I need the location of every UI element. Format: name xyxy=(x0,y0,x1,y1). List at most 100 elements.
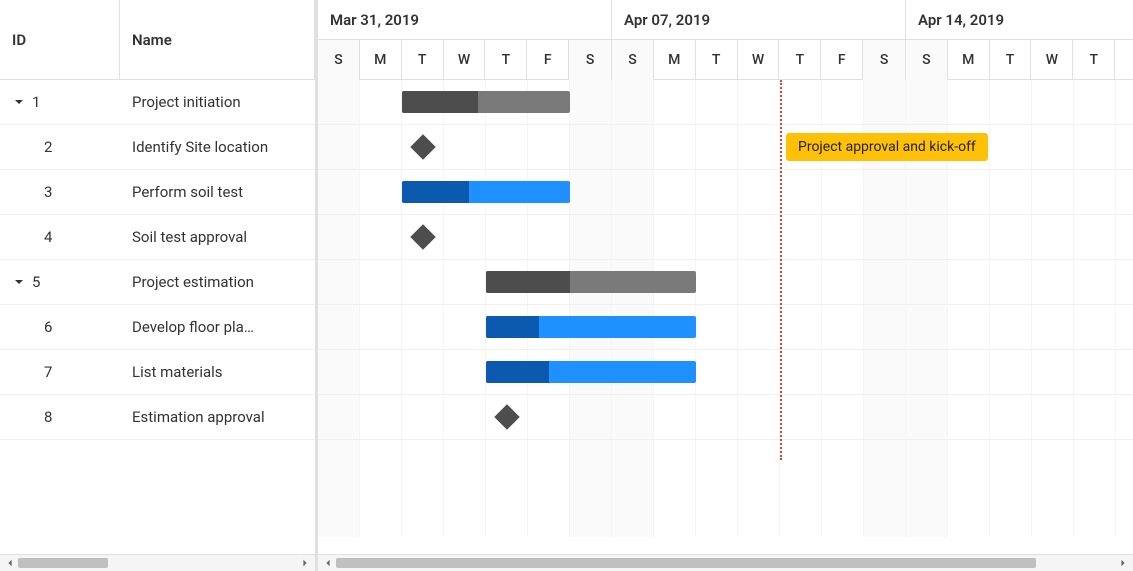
task-name-cell: Develop floor pla… xyxy=(120,318,315,336)
table-row[interactable]: 5 Project estimation xyxy=(0,260,315,305)
scroll-left-icon[interactable] xyxy=(4,557,16,569)
scroll-right-icon[interactable] xyxy=(1117,557,1129,569)
timeline-body[interactable]: Project approval and kick-off xyxy=(318,80,1133,554)
day-header-cell: W xyxy=(1031,40,1073,80)
column-header-name[interactable]: Name xyxy=(120,0,315,79)
day-header-cell: F xyxy=(821,40,863,80)
summary-bar[interactable] xyxy=(402,91,570,113)
day-header-cell: S xyxy=(906,40,948,80)
day-header-cell: F xyxy=(1115,40,1133,80)
timeline-row xyxy=(318,305,1133,350)
grid-header: ID Name xyxy=(0,0,315,80)
scroll-thumb[interactable] xyxy=(336,558,1036,568)
task-name-cell: Project estimation xyxy=(120,273,315,291)
task-id: 1 xyxy=(32,93,40,111)
timeline-row xyxy=(318,125,1133,170)
week-column: Apr 14, 2019SMTWTF xyxy=(906,0,1133,79)
task-id: 6 xyxy=(44,318,52,336)
task-bar[interactable] xyxy=(402,181,570,203)
day-header-cell: W xyxy=(444,40,486,80)
collapse-icon[interactable] xyxy=(14,93,24,111)
day-header-cell: W xyxy=(738,40,780,80)
progress-fill xyxy=(402,91,478,113)
week-label: Mar 31, 2019 xyxy=(318,0,611,40)
task-id-cell: 1 xyxy=(0,93,120,111)
timeline-row xyxy=(318,395,1133,440)
task-id: 5 xyxy=(32,273,40,291)
table-row[interactable]: 6 Develop floor pla… xyxy=(0,305,315,350)
grid-panel: ID Name 1 Project initiation 2 Identify Sit… xyxy=(0,0,318,571)
scroll-thumb[interactable] xyxy=(18,558,108,568)
milestone-marker[interactable] xyxy=(410,224,435,249)
scroll-track[interactable] xyxy=(18,558,297,568)
day-header-cell: S xyxy=(612,40,654,80)
scroll-left-icon[interactable] xyxy=(322,557,334,569)
day-header-cell: T xyxy=(779,40,821,80)
day-header-cell: T xyxy=(402,40,444,80)
grid-body: 1 Project initiation 2 Identify Site locati… xyxy=(0,80,315,554)
day-header-cell: M xyxy=(654,40,696,80)
task-id-cell: 6 xyxy=(0,318,120,336)
scroll-right-icon[interactable] xyxy=(299,557,311,569)
timeline-panel: Mar 31, 2019SMTWTFSApr 07, 2019SMTWTFSAp… xyxy=(318,0,1133,571)
timeline-row xyxy=(318,260,1133,305)
milestone-marker[interactable] xyxy=(494,404,519,429)
progress-fill xyxy=(486,361,549,383)
progress-fill xyxy=(402,181,469,203)
task-id: 7 xyxy=(44,363,52,381)
table-row[interactable]: 1 Project initiation xyxy=(0,80,315,125)
day-header-cell: S xyxy=(569,40,611,80)
task-name-cell: List materials xyxy=(120,363,315,381)
day-header-cell: M xyxy=(948,40,990,80)
task-id: 3 xyxy=(44,183,52,201)
task-name-cell: Project initiation xyxy=(120,93,315,111)
task-name-cell: Identify Site location xyxy=(120,138,315,156)
task-id-cell: 4 xyxy=(0,228,120,246)
task-name-cell: Estimation approval xyxy=(120,408,315,426)
table-row[interactable]: 7 List materials xyxy=(0,350,315,395)
task-id-cell: 2 xyxy=(0,138,120,156)
day-header-cell: T xyxy=(485,40,527,80)
column-header-id[interactable]: ID xyxy=(0,0,120,79)
timeline-header: Mar 31, 2019SMTWTFSApr 07, 2019SMTWTFSAp… xyxy=(318,0,1133,80)
event-marker-label[interactable]: Project approval and kick-off xyxy=(786,133,988,161)
task-id-cell: 3 xyxy=(0,183,120,201)
milestone-marker[interactable] xyxy=(410,134,435,159)
day-header-cell: T xyxy=(696,40,738,80)
table-row[interactable]: 3 Perform soil test xyxy=(0,170,315,215)
task-id-cell: 5 xyxy=(0,273,120,291)
task-bar[interactable] xyxy=(486,316,696,338)
table-row[interactable]: 4 Soil test approval xyxy=(0,215,315,260)
timeline-row xyxy=(318,215,1133,260)
grid-horizontal-scrollbar[interactable] xyxy=(0,554,315,571)
table-row[interactable]: 8 Estimation approval xyxy=(0,395,315,440)
week-label: Apr 07, 2019 xyxy=(612,0,905,40)
progress-fill xyxy=(486,316,539,338)
timeline-row xyxy=(318,80,1133,125)
collapse-icon[interactable] xyxy=(14,273,24,291)
task-bar[interactable] xyxy=(486,361,696,383)
day-header-cell: F xyxy=(527,40,569,80)
day-header-cell: S xyxy=(863,40,905,80)
scroll-track[interactable] xyxy=(336,558,1115,568)
task-name-cell: Soil test approval xyxy=(120,228,315,246)
week-column: Apr 07, 2019SMTWTFS xyxy=(612,0,906,79)
task-id-cell: 7 xyxy=(0,363,120,381)
table-row[interactable]: 2 Identify Site location xyxy=(0,125,315,170)
timeline-horizontal-scrollbar[interactable] xyxy=(318,554,1133,571)
timeline-row xyxy=(318,350,1133,395)
day-header-cell: S xyxy=(318,40,360,80)
week-label: Apr 14, 2019 xyxy=(906,0,1133,40)
row-menu-icon[interactable] xyxy=(310,276,315,289)
summary-bar[interactable] xyxy=(486,271,696,293)
task-id: 8 xyxy=(44,408,52,426)
progress-fill xyxy=(486,271,570,293)
task-id: 4 xyxy=(44,228,52,246)
task-id: 2 xyxy=(44,138,52,156)
task-name-cell: Perform soil test xyxy=(120,183,315,201)
day-header-cell: T xyxy=(990,40,1032,80)
week-column: Mar 31, 2019SMTWTFS xyxy=(318,0,612,79)
day-header-cell: M xyxy=(360,40,402,80)
timeline-row xyxy=(318,170,1133,215)
task-id-cell: 8 xyxy=(0,408,120,426)
